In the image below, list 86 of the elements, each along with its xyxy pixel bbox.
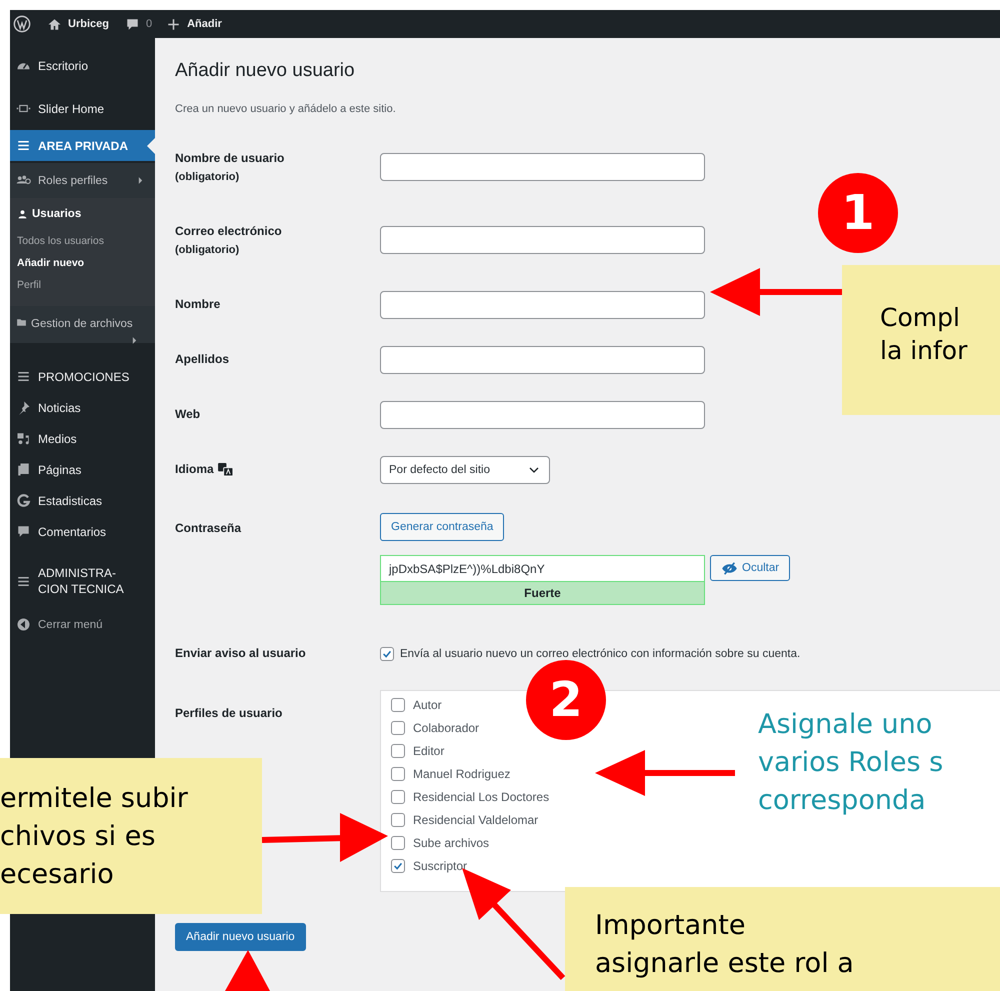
menu-item[interactable]: Usuarios xyxy=(10,206,155,230)
annotation-note: Importante asignarle este rol a xyxy=(565,887,1000,991)
role-label: Residencial Valdelomar xyxy=(413,812,538,826)
text-input[interactable] xyxy=(380,153,705,181)
comment-icon[interactable] xyxy=(124,16,140,32)
hide-password-button[interactable]: Ocultar xyxy=(710,555,790,581)
checkbox[interactable] xyxy=(391,744,405,758)
field-label: Nombre de usuario xyxy=(175,150,284,167)
role-label: Suscriptor xyxy=(413,858,468,872)
role-label: Editor xyxy=(413,744,444,758)
menu-item[interactable]: Páginas xyxy=(10,454,155,485)
field-label: Correo electrónico xyxy=(175,223,282,240)
annotation-note: Compl la infor xyxy=(842,265,1000,415)
media-icon xyxy=(16,431,31,446)
menu-item[interactable]: Escritorio xyxy=(10,50,155,81)
add-user-button[interactable]: Añadir nuevo usuario xyxy=(175,923,306,951)
menu-item[interactable]: Roles perfiles xyxy=(10,163,155,198)
chevron-down-icon xyxy=(529,467,539,473)
folder-icon xyxy=(16,317,27,328)
plus-icon[interactable] xyxy=(166,16,182,32)
submenu-arrow-icon xyxy=(132,337,137,344)
submenu-item[interactable]: Añadir nuevo xyxy=(10,252,155,274)
chart-g-icon xyxy=(16,493,31,508)
generate-password-button[interactable]: Generar contraseña xyxy=(380,513,504,541)
role-label: Colaborador xyxy=(413,720,480,734)
menu-item[interactable]: Gestion de archivos xyxy=(10,306,155,343)
field-label: Nombre xyxy=(175,296,220,313)
menu-item[interactable]: Noticias xyxy=(10,392,155,423)
pin-icon xyxy=(16,400,31,415)
role-label: Residencial Los Doctores xyxy=(413,790,550,804)
menu-item[interactable]: ADMINISTRA-CION TECNICA xyxy=(10,553,155,605)
checkbox[interactable] xyxy=(391,858,405,872)
checkbox[interactable] xyxy=(380,646,394,660)
comment-count[interactable]: 0 xyxy=(146,18,152,30)
annotation-note: ermitele subir chivos si es ecesario xyxy=(0,758,262,914)
field-label: Web xyxy=(175,406,200,423)
menu-icon xyxy=(16,138,31,153)
text-input[interactable] xyxy=(380,346,705,374)
password-strength-meter: Fuerte xyxy=(380,581,705,605)
submenu-arrow-icon xyxy=(138,177,143,184)
checkbox[interactable] xyxy=(391,836,405,850)
field-label: Apellidos xyxy=(175,351,230,368)
arrow-head xyxy=(225,950,270,991)
comment-icon xyxy=(16,524,31,539)
menu-item[interactable]: AREA PRIVADA xyxy=(10,130,155,161)
menu-item[interactable]: Comentarios xyxy=(10,516,155,547)
annotation-note: Asignale uno varios Roles s corresponda xyxy=(758,708,944,818)
submenu-item[interactable]: Perfil xyxy=(10,274,155,296)
collapse-icon xyxy=(16,617,31,632)
field-label: Idioma xyxy=(175,461,214,478)
required-note: (obligatorio) xyxy=(175,243,240,258)
submenu-item[interactable]: Todos los usuarios xyxy=(10,230,155,252)
checkbox-label: Envía al usuario nuevo un correo electrónico con información sobre su cuenta. xyxy=(400,648,800,660)
home-icon[interactable] xyxy=(47,16,62,32)
checkbox[interactable] xyxy=(391,790,405,804)
add-new-link[interactable]: Añadir xyxy=(187,18,222,30)
role-label: Autor xyxy=(413,698,442,712)
page-description: Crea un nuevo usuario y añádelo a este sitio. xyxy=(175,103,397,115)
required-note: (obligatorio) xyxy=(175,170,240,185)
text-input[interactable] xyxy=(380,401,705,429)
text-input[interactable] xyxy=(380,291,705,319)
language-select[interactable]: Por defecto del sitio xyxy=(380,456,550,484)
field-label: Enviar aviso al usuario xyxy=(175,645,306,662)
checkbox[interactable] xyxy=(391,698,405,712)
role-label: Sube archivos xyxy=(413,836,490,850)
translate-icon xyxy=(218,463,233,476)
eye-slash-icon xyxy=(721,562,738,574)
role-label: Manuel Rodriguez xyxy=(413,766,510,780)
checkbox[interactable] xyxy=(391,766,405,780)
site-name-link[interactable]: Urbiceg xyxy=(68,18,109,30)
text-input[interactable] xyxy=(380,226,705,254)
checkbox[interactable] xyxy=(391,812,405,826)
menu-item[interactable]: PROMOCIONES xyxy=(10,361,155,392)
user-icon xyxy=(17,208,28,220)
field-label: Contraseña xyxy=(175,520,242,537)
checkbox[interactable] xyxy=(391,720,405,734)
menu-item[interactable]: Medios xyxy=(10,423,155,454)
menu-item[interactable]: Estadisticas xyxy=(10,485,155,516)
pages-icon xyxy=(16,462,31,477)
menu-item[interactable]: Cerrar menú xyxy=(10,609,155,640)
password-input[interactable]: jpDxbSA$PlzE^))%Ldbi8QnY xyxy=(380,555,705,581)
field-label: Perfiles de usuario xyxy=(175,705,282,722)
logo-icon[interactable] xyxy=(13,15,31,33)
menu-icon xyxy=(16,369,31,384)
page-title: Añadir nuevo usuario xyxy=(175,59,356,83)
menu-item[interactable]: Slider Home xyxy=(10,93,155,124)
